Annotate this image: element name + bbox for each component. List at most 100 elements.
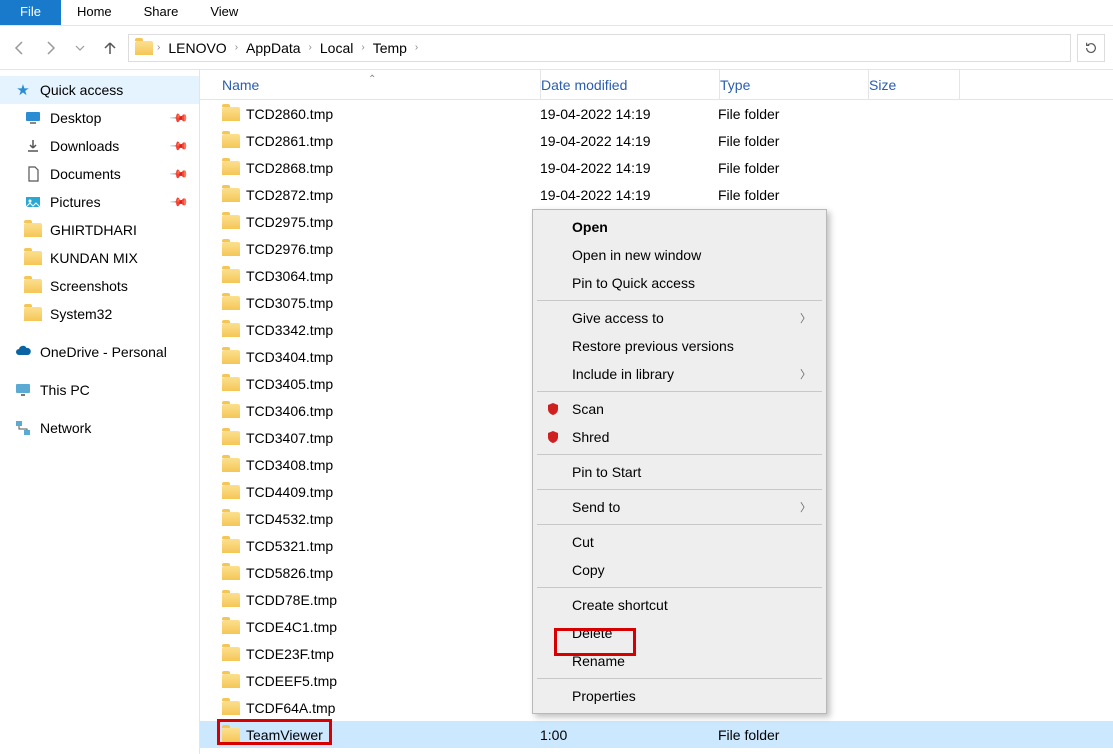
file-row[interactable]: TCD2861.tmp19-04-2022 14:19File folder [200,127,1113,154]
sidebar-item-folder[interactable]: GHIRTDHARI [0,216,199,244]
file-row[interactable]: TCD2868.tmp19-04-2022 14:19File folder [200,154,1113,181]
breadcrumb[interactable]: › LENOVO › AppData › Local › Temp › [128,34,1071,62]
sidebar-this-pc[interactable]: This PC [0,376,199,404]
ctx-include-in-library[interactable]: Include in library〉 [536,360,823,388]
sidebar-pictures[interactable]: Pictures 📌 [0,188,199,216]
column-header-date[interactable]: Date modified [541,77,719,93]
sidebar-desktop[interactable]: Desktop 📌 [0,104,199,132]
nav-refresh-icon[interactable] [1077,34,1105,62]
ribbon-tab-view[interactable]: View [194,0,254,25]
file-date: 19-04-2022 14:19 [540,133,718,149]
nav-forward-icon[interactable] [38,36,62,60]
file-name: TCD3405.tmp [246,376,333,392]
column-label: Name [222,77,259,93]
folder-icon [222,512,240,526]
chevron-right-icon[interactable]: › [157,42,160,53]
pin-icon: 📌 [169,108,189,128]
file-name: TCD2868.tmp [246,160,333,176]
folder-icon [222,161,240,175]
ctx-give-access-to[interactable]: Give access to〉 [536,304,823,332]
file-date: 19-04-2022 14:19 [540,187,718,203]
chevron-right-icon[interactable]: › [361,42,364,53]
ctx-restore-previous[interactable]: Restore previous versions [536,332,823,360]
sidebar-network[interactable]: Network [0,414,199,442]
chevron-right-icon[interactable]: › [415,42,418,53]
shield-icon [544,428,562,446]
sidebar-label: Downloads [50,138,119,154]
folder-icon [222,701,240,715]
ribbon-tab-file[interactable]: File [0,0,61,25]
column-headers: Name ⌃ Date modified Type Size [200,70,1113,100]
sort-ascending-icon: ⌃ [368,74,376,85]
column-header-type[interactable]: Type [720,77,868,93]
folder-icon [222,404,240,418]
ctx-label: Scan [572,401,604,417]
sidebar-onedrive[interactable]: OneDrive - Personal [0,338,199,366]
breadcrumb-part[interactable]: LENOVO [164,40,230,56]
nav-back-icon[interactable] [8,36,32,60]
ctx-open[interactable]: Open [536,213,823,241]
file-row[interactable]: TeamViewer 1:00File folder [200,721,1113,748]
nav-up-icon[interactable] [98,36,122,60]
folder-icon [24,249,42,267]
folder-icon [222,296,240,310]
column-header-name[interactable]: Name ⌃ [218,77,540,93]
chevron-right-icon[interactable]: › [309,42,312,53]
breadcrumb-part[interactable]: Local [316,40,357,56]
file-name: TCD2861.tmp [246,133,333,149]
ctx-rename[interactable]: Rename [536,647,823,675]
file-name: TCD3406.tmp [246,403,333,419]
file-name: TCD3407.tmp [246,430,333,446]
sidebar-downloads[interactable]: Downloads 📌 [0,132,199,160]
pin-icon: 📌 [169,192,189,212]
sidebar-item-folder[interactable]: KUNDAN MIX [0,244,199,272]
ctx-scan[interactable]: Scan [536,395,823,423]
file-date: 19-04-2022 14:19 [540,160,718,176]
file-name: TCD3404.tmp [246,349,333,365]
sidebar-item-folder[interactable]: System32 [0,300,199,328]
ctx-properties[interactable]: Properties [536,682,823,710]
column-header-size[interactable]: Size [869,77,959,93]
breadcrumb-folder-icon [135,39,153,57]
breadcrumb-part[interactable]: Temp [369,40,411,56]
ctx-create-shortcut[interactable]: Create shortcut [536,591,823,619]
folder-icon [222,620,240,634]
network-icon [14,419,32,437]
file-row[interactable]: TCD2872.tmp19-04-2022 14:19File folder [200,181,1113,208]
file-type: File folder [718,106,866,122]
file-date: 1:00 [540,727,718,743]
chevron-right-icon: 〉 [800,366,811,382]
sidebar-quick-access[interactable]: ★ Quick access [0,76,199,104]
sidebar-label: KUNDAN MIX [50,250,138,266]
ribbon-tab-share[interactable]: Share [128,0,195,25]
ribbon-tab-home[interactable]: Home [61,0,128,25]
nav-recent-dropdown-icon[interactable] [68,36,92,60]
file-name: TCD3064.tmp [246,268,333,284]
chevron-right-icon: 〉 [800,499,811,515]
file-type: File folder [718,727,866,743]
sidebar-documents[interactable]: Documents 📌 [0,160,199,188]
folder-icon [222,539,240,553]
file-type: File folder [718,187,866,203]
ctx-cut[interactable]: Cut [536,528,823,556]
sidebar-item-folder[interactable]: Screenshots [0,272,199,300]
file-name: TeamViewer [246,727,323,743]
breadcrumb-part[interactable]: AppData [242,40,304,56]
folder-icon [222,431,240,445]
sidebar-label: This PC [40,382,90,398]
folder-icon [222,188,240,202]
ctx-pin-to-start[interactable]: Pin to Start [536,458,823,486]
folder-icon [222,593,240,607]
file-row[interactable]: TCD2860.tmp19-04-2022 14:19File folder [200,100,1113,127]
ctx-open-new-window[interactable]: Open in new window [536,241,823,269]
ctx-label: Shred [572,429,609,445]
folder-icon [222,485,240,499]
chevron-right-icon[interactable]: › [235,42,238,53]
folder-icon [222,107,240,121]
ctx-pin-quick-access[interactable]: Pin to Quick access [536,269,823,297]
sidebar-label: Quick access [40,82,123,98]
ctx-copy[interactable]: Copy [536,556,823,584]
ctx-delete[interactable]: Delete [536,619,823,647]
ctx-shred[interactable]: Shred [536,423,823,451]
ctx-send-to[interactable]: Send to〉 [536,493,823,521]
